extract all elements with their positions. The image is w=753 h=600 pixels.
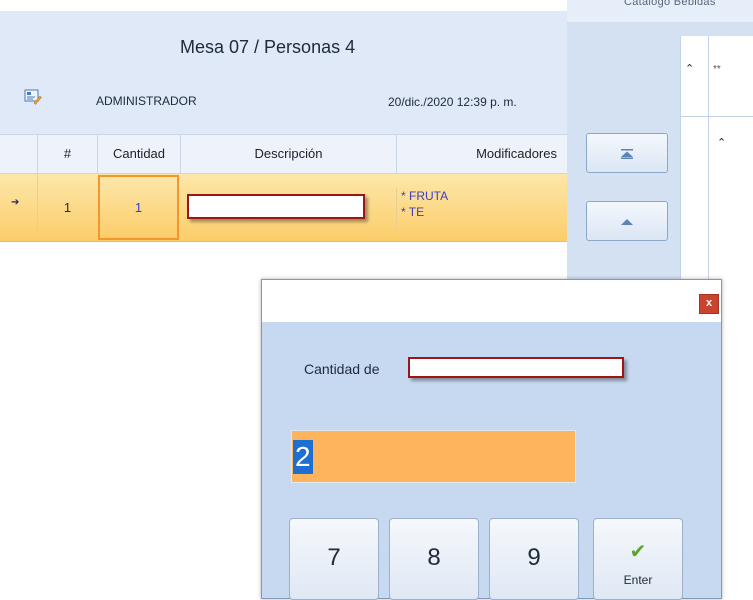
keypad-8-button[interactable]: 8 [389, 518, 479, 600]
column-header-modifiers[interactable]: Modificadores [396, 135, 567, 173]
table-row[interactable]: ➔ 1 1 * FRUTA * TE [0, 174, 567, 242]
quantity-input[interactable]: 2 [291, 430, 576, 483]
modifier-item: * TE [401, 205, 425, 219]
row-description-redacted[interactable] [187, 194, 365, 219]
row-modifiers-cell[interactable]: * FRUTA * TE [396, 188, 561, 228]
catalog-tab[interactable]: Catálogo Bebidas [567, 0, 753, 22]
scroll-top-button[interactable] [586, 133, 668, 173]
edit-user-icon [24, 89, 42, 105]
grid-header: # Cantidad Descripción Modificadores [0, 134, 567, 174]
scroll-up-button[interactable] [586, 201, 668, 241]
top-strip [0, 0, 567, 11]
order-header: Mesa 07 / Personas 4 ADMINISTRADOR 20/di… [0, 11, 567, 134]
modifier-item: * FRUTA [401, 189, 449, 203]
catalog-row-divider [709, 116, 753, 117]
column-header-number[interactable]: # [37, 135, 97, 173]
checkmark-icon: ✔ [629, 541, 647, 563]
collapse-chevron-icon[interactable]: ⌃ [717, 136, 726, 149]
enter-button[interactable]: ✔ Enter [593, 518, 683, 600]
catalog-item-star[interactable]: ** [713, 64, 721, 75]
page-title: Mesa 07 / Personas 4 [180, 37, 356, 57]
user-name: ADMINISTRADOR [96, 94, 197, 108]
dialog-titlebar: x [262, 280, 721, 322]
current-row-arrow-icon: ➔ [11, 197, 20, 208]
enter-label: Enter [623, 573, 653, 587]
collapse-chevron-icon[interactable]: ⌃ [685, 62, 694, 75]
quantity-value: 2 [293, 440, 313, 474]
catalog-tab-label: Catálogo Bebidas [624, 0, 716, 8]
keypad-9-button[interactable]: 9 [489, 518, 579, 600]
row-number-cell[interactable]: 1 [37, 174, 97, 241]
catalog-row-divider [681, 116, 708, 117]
order-datetime: 20/dic./2020 12:39 p. m. [388, 95, 517, 109]
scroll-top-icon [621, 148, 633, 159]
row-selector-header [0, 135, 37, 173]
scroll-up-icon [621, 218, 633, 225]
item-name-redacted [408, 357, 624, 378]
keypad-7-button[interactable]: 7 [289, 518, 379, 600]
quantity-prompt-label: Cantidad de [304, 361, 380, 377]
column-header-quantity[interactable]: Cantidad [97, 135, 180, 173]
column-header-description[interactable]: Descripción [180, 135, 396, 173]
row-quantity-cell[interactable]: 1 [98, 175, 179, 240]
close-button[interactable]: x [699, 294, 719, 314]
quantity-dialog: x Cantidad de 2 7 8 9 ✔ Enter [261, 279, 722, 600]
